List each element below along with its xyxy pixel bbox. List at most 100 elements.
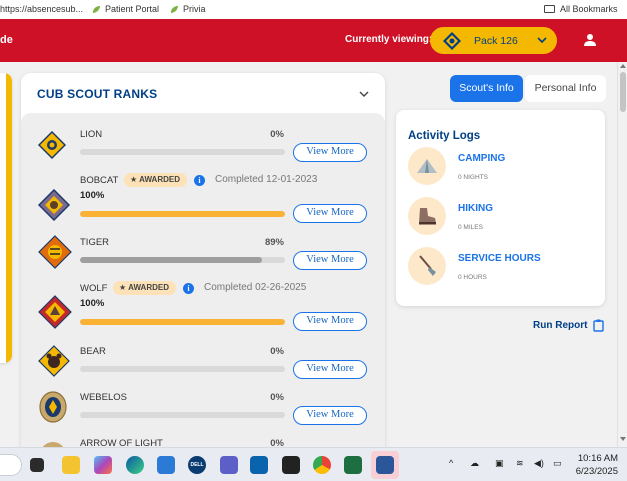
edge-browser-icon[interactable] [126,456,144,474]
dell-icon[interactable]: DELL [188,456,206,474]
rank-percent: 89% [264,237,284,248]
battery-icon[interactable]: ▭ [553,458,562,469]
bookmark-absencesub[interactable]: https://absencesub... [0,4,83,14]
view-more-button-webelos[interactable]: View More [293,406,367,425]
activity-label: CAMPING [458,153,506,164]
rank-percent: 100% [80,298,105,309]
awarded-badge: ★ AWARDED [124,173,187,187]
bookmark-patient-portal[interactable]: Patient Portal [92,4,159,14]
activity-value: 0 MILES [458,224,483,231]
activity-value: 0 NIGHTS [458,174,488,181]
activity-hiking[interactable]: HIKING 0 MILES [408,197,598,237]
taskbar-search-box[interactable] [0,454,22,476]
rank-name: LION [80,129,103,140]
star-icon: ★ [119,283,129,292]
excel-icon[interactable] [344,456,362,474]
scroll-down-arrow-icon[interactable] [620,437,626,441]
all-bookmarks[interactable]: All Bookmarks [544,4,618,14]
activity-label: SERVICE HOURS [458,253,541,264]
all-bookmarks-label: All Bookmarks [560,4,618,14]
tiger-badge-icon [38,235,72,269]
app-header: de Currently viewing: Pack 126 [0,19,627,62]
view-more-button-bear[interactable]: View More [293,360,367,379]
rank-name: WOLF [80,283,108,294]
pack-selector[interactable]: Pack 126 [430,27,557,54]
cub-scout-emblem-icon [443,31,461,50]
activity-label: HIKING [458,203,493,214]
completed-date: Completed 02-26-2025 [204,282,307,293]
page-scrollbar[interactable] [617,62,627,447]
microsoft-store-icon[interactable] [157,456,175,474]
rank-name: BOBCAT [80,175,119,186]
rank-percent: 100% [80,190,105,201]
awarded-label: AWARDED [139,175,180,184]
tray-cloud-icon[interactable]: ☁ [470,458,479,469]
bookmark-privia[interactable]: Privia [170,4,206,14]
hiking-boot-icon [419,208,436,225]
tab-scouts-info[interactable]: Scout's Info [450,75,523,102]
header-left-text: de [0,34,13,46]
pack-selector-label: Pack 126 [474,34,518,47]
rank-row-bear: BEAR 0% View More [21,344,385,384]
scroll-up-arrow-icon[interactable] [620,64,626,68]
bookmark-absencesub-label: https://absencesub... [0,4,84,14]
rank-percent: 0% [270,346,284,357]
view-more-button-lion[interactable]: View More [293,143,367,162]
tray-chevron-up-icon[interactable]: ^ [449,458,453,468]
outlook-icon[interactable] [250,456,268,474]
volume-icon[interactable]: ◀) [534,458,544,469]
activity-logs-title: Activity Logs [408,130,481,142]
rank-progress-bar [80,366,285,372]
chrome-icon[interactable] [313,456,331,474]
activity-service-hours[interactable]: SERVICE HOURS 0 HOURS [408,247,598,287]
bookmarks-bar: https://absencesub... Patient Portal Pri… [0,0,627,19]
currently-viewing-label: Currently viewing: [345,34,433,45]
copilot-icon[interactable] [94,456,112,474]
webelos-badge-icon [39,391,67,423]
view-more-button-tiger[interactable]: View More [293,251,367,270]
rank-name: TIGER [80,237,110,248]
clock-time: 10:16 AM [577,453,618,464]
star-icon: ★ [130,175,140,184]
tab-personal-info[interactable]: Personal Info [525,75,606,102]
leaf-icon [92,5,101,13]
clipboard-icon [593,319,605,332]
view-more-button-wolf[interactable]: View More [293,312,367,331]
view-more-button-bobcat[interactable]: View More [293,204,367,223]
rank-row-wolf: WOLF ★ AWARDED i Completed 02-26-2025 10… [21,281,385,333]
teams-icon[interactable] [220,456,238,474]
cub-scout-ranks-card: CUB SCOUT RANKS LION 0% View More BOBCAT… [21,73,385,473]
rank-name: BEAR [80,346,106,357]
camping-icon-circle [408,147,446,185]
file-explorer-icon[interactable] [62,456,80,474]
wifi-icon[interactable]: ≋ [516,458,524,469]
rank-progress-bar [80,412,285,418]
bobcat-badge-icon [38,189,70,221]
rank-progress-bar [80,149,285,155]
store-app-icon[interactable] [282,456,300,474]
rank-row-tiger: TIGER 89% View More [21,235,385,275]
collapse-chevron-icon[interactable] [359,91,369,98]
ranks-title: CUB SCOUT RANKS [37,87,158,101]
activity-value: 0 HOURS [458,274,487,281]
tent-icon [417,159,437,173]
left-card-accent [6,73,12,363]
task-view-icon[interactable] [30,458,44,472]
user-account-icon[interactable] [583,33,597,47]
info-icon[interactable]: i [183,283,194,294]
bookmark-patient-portal-label: Patient Portal [105,4,160,14]
rank-row-webelos: WEBELOS 0% View More [21,390,385,430]
system-clock[interactable]: 10:16 AM 6/23/2025 [572,452,618,478]
wolf-badge-icon [38,295,72,329]
tray-app-icon[interactable]: ▣ [495,458,504,469]
scrollbar-thumb[interactable] [620,72,626,112]
run-report-label: Run Report [533,320,588,331]
activity-camping[interactable]: CAMPING 0 NIGHTS [408,147,598,187]
shovel-icon [419,255,436,276]
run-report-button[interactable]: Run Report [533,319,605,332]
rank-progress-bar [80,319,285,325]
info-icon[interactable]: i [194,175,205,186]
rank-progress-bar [80,257,285,263]
service-icon-circle [408,247,446,285]
word-icon[interactable] [376,456,394,474]
